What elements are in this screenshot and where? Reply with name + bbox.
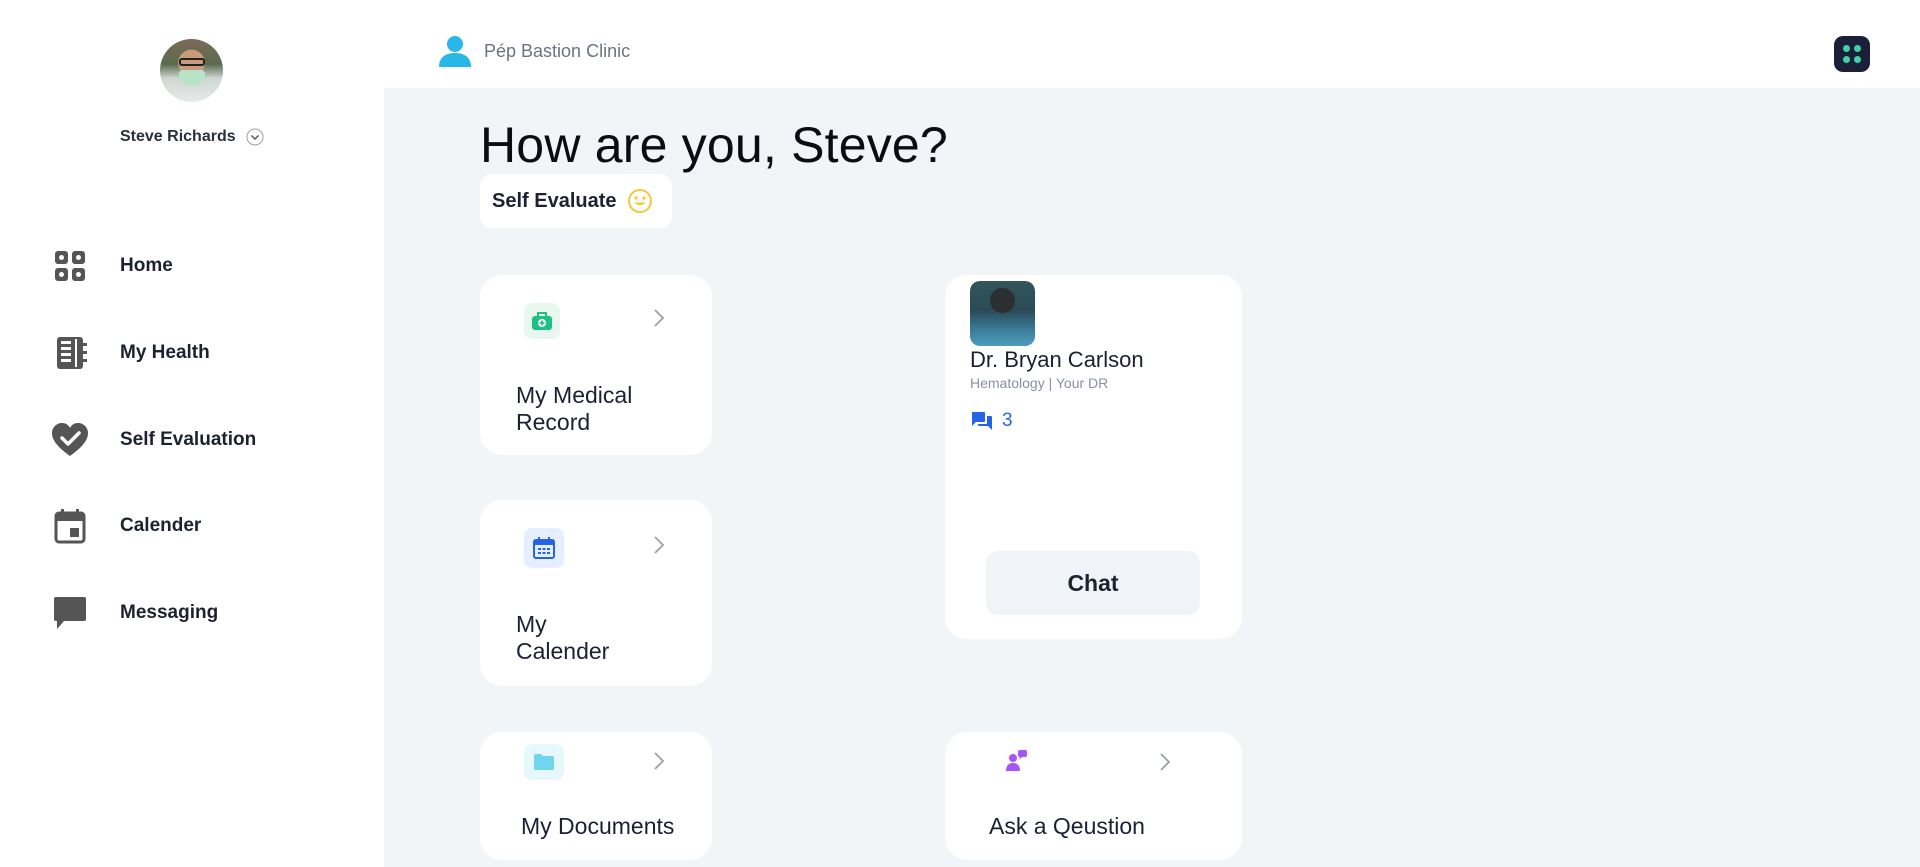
medical-record-title-line2: Record [516, 409, 591, 435]
calendar-grid-icon [524, 528, 564, 568]
message-count: 3 [1002, 410, 1013, 431]
calender-title: My Calender [516, 611, 609, 665]
apps-dot [1843, 56, 1850, 63]
ask-question-title: Ask a Qeustion [989, 813, 1145, 839]
nav-label-home: Home [120, 255, 173, 276]
main-content: How are you, Steve? Self Evaluate My Med… [384, 88, 1920, 867]
nav-item-self-evaluation[interactable]: Self Evaluation [50, 414, 350, 466]
chevron-right-icon [654, 536, 665, 554]
calender-title-line2: Calender [516, 638, 610, 664]
doctor-photo [970, 281, 1035, 346]
user-name: Steve Richards [120, 128, 236, 145]
clinic-name: Pép Bastion Clinic [484, 40, 631, 61]
heart-check-icon [50, 420, 90, 460]
calender-card[interactable]: My Calender [480, 500, 712, 686]
nav-label-self-evaluation: Self Evaluation [120, 429, 257, 450]
chevron-right-icon [1160, 753, 1171, 771]
person-icon [439, 36, 471, 67]
nav-label-my-health: My Health [120, 342, 210, 363]
top-bar: Pép Bastion Clinic [384, 0, 1920, 88]
ask-person-icon [1006, 750, 1027, 771]
documents-card[interactable]: My Documents [480, 732, 712, 860]
clinic-info: Pép Bastion Clinic [438, 34, 630, 68]
documents-title: My Documents [521, 813, 675, 839]
doctor-messages[interactable]: 3 [970, 410, 1013, 432]
chat-button[interactable]: Chat [986, 551, 1200, 615]
chevron-right-icon [654, 752, 665, 770]
grid-icon [50, 246, 90, 286]
calendar-icon [50, 506, 90, 546]
self-evaluate-label: Self Evaluate [492, 189, 617, 212]
apps-dot [1854, 45, 1861, 52]
avatar-mask [179, 70, 205, 85]
nav-item-calender[interactable]: Calender [50, 500, 350, 552]
medical-record-title-line1: My Medical [516, 382, 633, 408]
notebook-icon [50, 333, 90, 373]
folder-icon [524, 744, 564, 780]
doctor-specialty: Hematology | Your DR [970, 375, 1109, 391]
calender-title-line1: My [516, 611, 547, 637]
chevron-right-icon [654, 309, 665, 327]
medical-record-card[interactable]: My Medical Record [480, 275, 712, 455]
doctor-name: Dr. Bryan Carlson [970, 347, 1144, 372]
apps-dot [1843, 45, 1850, 52]
avatar-glasses [179, 58, 205, 66]
self-evaluate-button[interactable]: Self Evaluate [480, 174, 672, 228]
nav-item-messaging[interactable]: Messaging [50, 587, 350, 639]
nav-label-calender: Calender [120, 515, 202, 536]
nav-label-messaging: Messaging [120, 602, 219, 623]
nav-item-my-health[interactable]: My Health [50, 327, 350, 379]
chat-bubble-icon [50, 593, 90, 633]
ask-question-card[interactable]: Ask a Qeustion [945, 732, 1242, 860]
page-title: How are you, Steve? [480, 117, 948, 173]
avatar[interactable] [160, 39, 223, 102]
messages-icon [972, 412, 992, 430]
smiley-icon [627, 189, 652, 213]
chevron-down-icon [246, 128, 264, 146]
medical-record-title: My Medical Record [516, 382, 632, 436]
apps-menu-button[interactable] [1834, 36, 1870, 72]
nav-item-home[interactable]: Home [50, 240, 350, 292]
apps-dot [1854, 56, 1861, 63]
medical-kit-icon [524, 303, 560, 339]
sidebar: Steve Richards Home My Health Self Evalu… [0, 0, 384, 867]
user-menu[interactable]: Steve Richards [120, 128, 264, 146]
